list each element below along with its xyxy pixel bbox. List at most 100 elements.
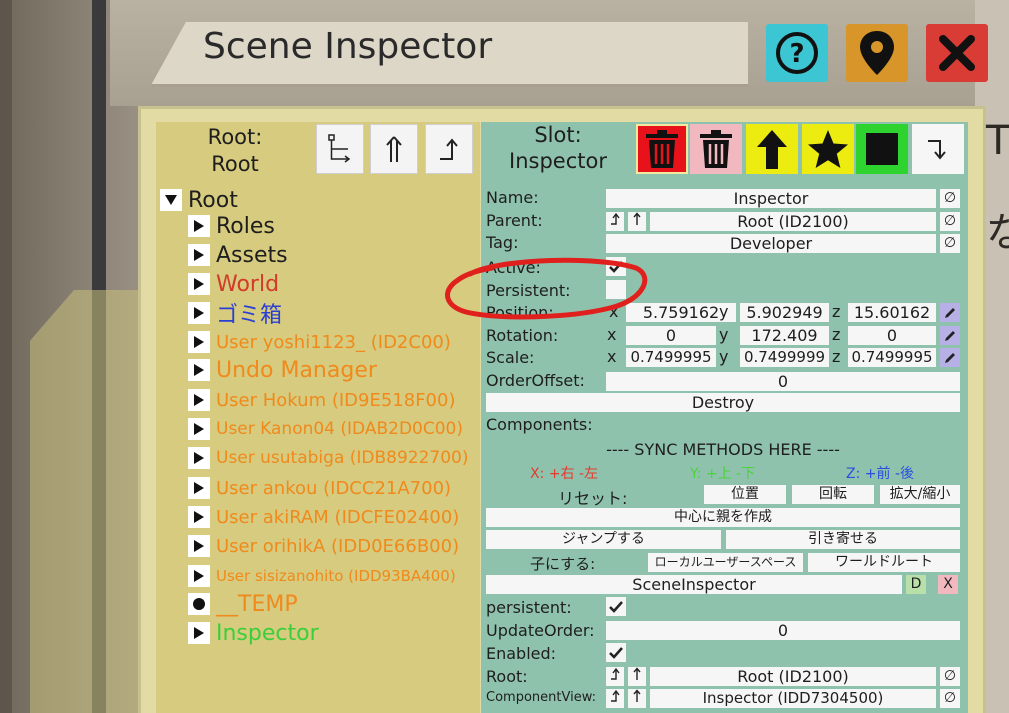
rotation-y-axis: y (719, 325, 729, 344)
parent-clear-button[interactable]: ∅ (940, 212, 960, 231)
create-parent-button[interactable]: 中心に親を作成 (486, 508, 960, 527)
tag-label: Tag: (486, 233, 519, 252)
triangle-right-icon[interactable] (188, 359, 210, 381)
help-button[interactable]: ? (766, 24, 828, 82)
slot-header-label: Slot: (534, 123, 582, 147)
expand-children-button[interactable] (316, 124, 364, 174)
parent-go-button[interactable] (606, 212, 624, 231)
tree-item[interactable]: __TEMP (188, 590, 298, 618)
order-offset-label: OrderOffset: (486, 371, 585, 390)
root-go-button[interactable] (606, 667, 624, 686)
bring-to-button[interactable]: 引き寄せる (726, 530, 960, 549)
scale-edit-button[interactable] (940, 348, 960, 367)
move-up-button[interactable] (746, 124, 798, 174)
triangle-right-icon[interactable] (188, 418, 210, 440)
tree-item[interactable]: User Hokum (ID9E518F00) (188, 386, 455, 414)
destroy-slot-button[interactable] (636, 124, 688, 174)
tree-item[interactable]: User ankou (IDCC21A700) (188, 474, 451, 502)
component-view-go-button[interactable] (606, 689, 624, 708)
tree-item-label: World (216, 271, 280, 297)
name-clear-button[interactable]: ∅ (940, 189, 960, 208)
rotation-z-field[interactable]: 0 (848, 326, 936, 345)
go-to-root-button[interactable] (370, 124, 418, 174)
tree-item-label: Assets (216, 242, 288, 268)
tree-item[interactable]: User akiRAM (IDCFE02400) (188, 503, 459, 531)
duplicate-component-button[interactable]: D (906, 575, 926, 594)
bullet-icon[interactable] (188, 593, 210, 615)
reset-scale-button[interactable]: 拡大/縮小 (880, 485, 960, 504)
destroy-button[interactable]: Destroy (486, 393, 960, 412)
triangle-right-icon[interactable] (188, 302, 210, 324)
tree-item[interactable]: Undo Manager (188, 356, 377, 384)
position-edit-button[interactable] (940, 303, 960, 322)
tree-item[interactable]: User usutabiga (IDB8922700) (188, 444, 469, 472)
remove-component-button[interactable]: X (938, 575, 958, 594)
triangle-right-icon[interactable] (188, 535, 210, 557)
triangle-right-icon[interactable] (188, 244, 210, 266)
root-field[interactable]: Root (ID2100) (650, 667, 936, 686)
reset-position-button[interactable]: 位置 (704, 485, 786, 504)
tag-clear-button[interactable]: ∅ (940, 234, 960, 253)
triangle-right-icon[interactable] (188, 506, 210, 528)
local-user-space-button[interactable]: ローカルユーザースペース (648, 553, 803, 572)
triangle-right-icon[interactable] (188, 331, 210, 353)
component-persistent-checkbox[interactable] (606, 597, 626, 616)
jump-into-button[interactable] (912, 124, 964, 174)
triangle-right-icon[interactable] (188, 389, 210, 411)
reset-rotation-button[interactable]: 回転 (792, 485, 874, 504)
favorite-button[interactable] (802, 124, 854, 174)
tag-field[interactable]: Developer (606, 234, 936, 253)
triangle-right-icon[interactable] (188, 447, 210, 469)
component-view-field[interactable]: Inspector (IDD7304500) (650, 689, 936, 708)
tree-item-label: User yoshi1123_ (ID2C00) (216, 331, 451, 353)
tree-item-label: User usutabiga (IDB8922700) (216, 448, 469, 468)
update-order-field[interactable]: 0 (606, 621, 960, 640)
triangle-right-icon[interactable] (188, 477, 210, 499)
position-z-field[interactable]: 15.60162 (848, 303, 936, 322)
jump-to-button[interactable]: ジャンプする (486, 530, 721, 549)
position-y-field[interactable]: 5.902949 (740, 303, 829, 322)
enabled-checkbox[interactable] (606, 643, 626, 662)
world-root-button[interactable]: ワールドルート (808, 553, 960, 572)
close-button[interactable] (926, 24, 988, 82)
go-to-parent-button[interactable] (425, 124, 473, 174)
tree-item[interactable]: User yoshi1123_ (ID2C00) (188, 328, 451, 356)
triangle-down-icon[interactable] (160, 189, 182, 211)
scale-y-field[interactable]: 0.7499999 (740, 348, 829, 367)
triangle-right-icon[interactable] (188, 622, 210, 644)
tree-item[interactable]: World (188, 270, 279, 298)
tree-item[interactable]: Root (160, 186, 238, 214)
order-offset-field[interactable]: 0 (606, 372, 960, 391)
tree-item[interactable]: User sisizanohito (IDD93BA400) (188, 562, 456, 590)
select-button[interactable] (856, 124, 908, 174)
tree-item[interactable]: Roles (188, 212, 275, 240)
scale-x-axis: x (607, 347, 617, 366)
rotation-x-field[interactable]: 0 (626, 326, 716, 345)
rotation-y-field[interactable]: 172.409 (740, 326, 829, 345)
triangle-right-icon[interactable] (188, 215, 210, 237)
tree-item[interactable]: ゴミ箱 (188, 299, 282, 328)
tree-item[interactable]: Inspector (188, 619, 319, 647)
parent-field[interactable]: Root (ID2100) (650, 212, 936, 231)
tree-item[interactable]: User Kanon04 (IDAB2D0C00) (188, 415, 463, 443)
component-name-field[interactable]: SceneInspector (486, 575, 902, 594)
tree-item-label: __TEMP (216, 591, 298, 617)
component-view-up-button[interactable] (628, 689, 646, 708)
component-view-clear-button[interactable]: ∅ (940, 689, 960, 708)
rotation-edit-button[interactable] (940, 326, 960, 345)
parent-up-button[interactable] (628, 212, 646, 231)
tree-item-label: Undo Manager (216, 357, 377, 383)
turn-up-arrow-icon (611, 667, 620, 680)
root-clear-button[interactable]: ∅ (940, 667, 960, 686)
up-arrow-icon (633, 667, 641, 680)
scale-x-field[interactable]: 0.7499995 (626, 348, 716, 367)
tree-item[interactable]: User orihikA (IDD0E66B00) (188, 532, 459, 560)
triangle-right-icon[interactable] (188, 273, 210, 295)
name-field[interactable]: Inspector (606, 189, 936, 208)
locate-button[interactable] (846, 24, 908, 82)
scale-z-field[interactable]: 0.7499995 (848, 348, 936, 367)
root-up-button[interactable] (628, 667, 646, 686)
tree-item[interactable]: Assets (188, 241, 288, 269)
triangle-right-icon[interactable] (188, 565, 210, 587)
destroy-preserve-button[interactable] (690, 124, 742, 174)
